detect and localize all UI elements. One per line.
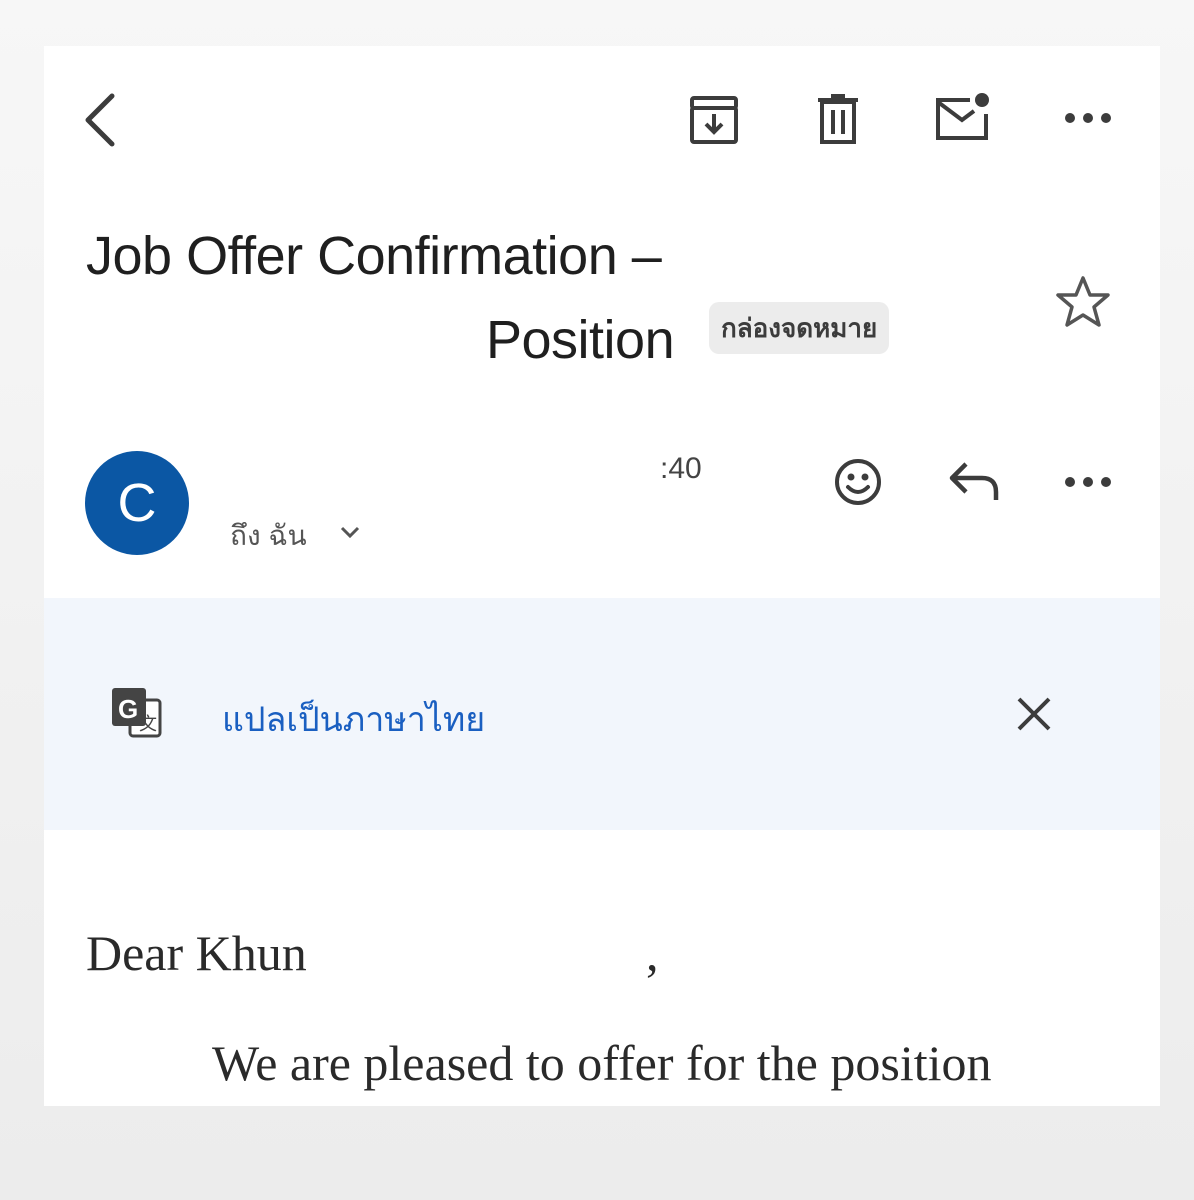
svg-text:文: 文 (139, 714, 157, 734)
body-paragraph: We are pleased to offer for the position (212, 1035, 992, 1091)
back-arrow-icon[interactable] (82, 92, 122, 148)
emoji-reaction-icon[interactable] (834, 458, 882, 506)
inbox-label-chip[interactable]: กล่องจดหมาย (709, 302, 890, 354)
message-more-icon[interactable] (1064, 472, 1112, 492)
google-translate-icon: G 文 (110, 686, 164, 740)
subject-line-1: Job Offer Confirmation – (86, 226, 662, 286)
star-icon[interactable] (1054, 274, 1112, 330)
close-icon[interactable] (1016, 696, 1052, 732)
chevron-down-icon[interactable] (338, 524, 362, 540)
email-time: :40 (660, 452, 702, 485)
recipient-label[interactable]: ถึง ฉัน (230, 514, 307, 558)
greeting-text: Dear Khun (86, 925, 307, 981)
greeting-comma: , (646, 925, 659, 981)
subject-line-2: Position (486, 310, 675, 370)
mark-unread-icon[interactable] (934, 92, 994, 144)
translate-banner: G 文 แปลเป็นภาษาไทย (44, 598, 1160, 830)
email-subject: Job Offer Confirmation – Position (86, 214, 786, 382)
translate-link[interactable]: แปลเป็นภาษาไทย (222, 692, 485, 746)
email-view: Job Offer Confirmation – Position กล่องจ… (44, 46, 1160, 1106)
trash-icon[interactable] (816, 94, 860, 146)
sender-avatar[interactable]: C (85, 451, 189, 555)
archive-icon[interactable] (688, 94, 740, 146)
reply-icon[interactable] (948, 460, 1000, 504)
svg-text:G: G (118, 694, 138, 724)
more-horizontal-icon[interactable] (1064, 108, 1112, 128)
